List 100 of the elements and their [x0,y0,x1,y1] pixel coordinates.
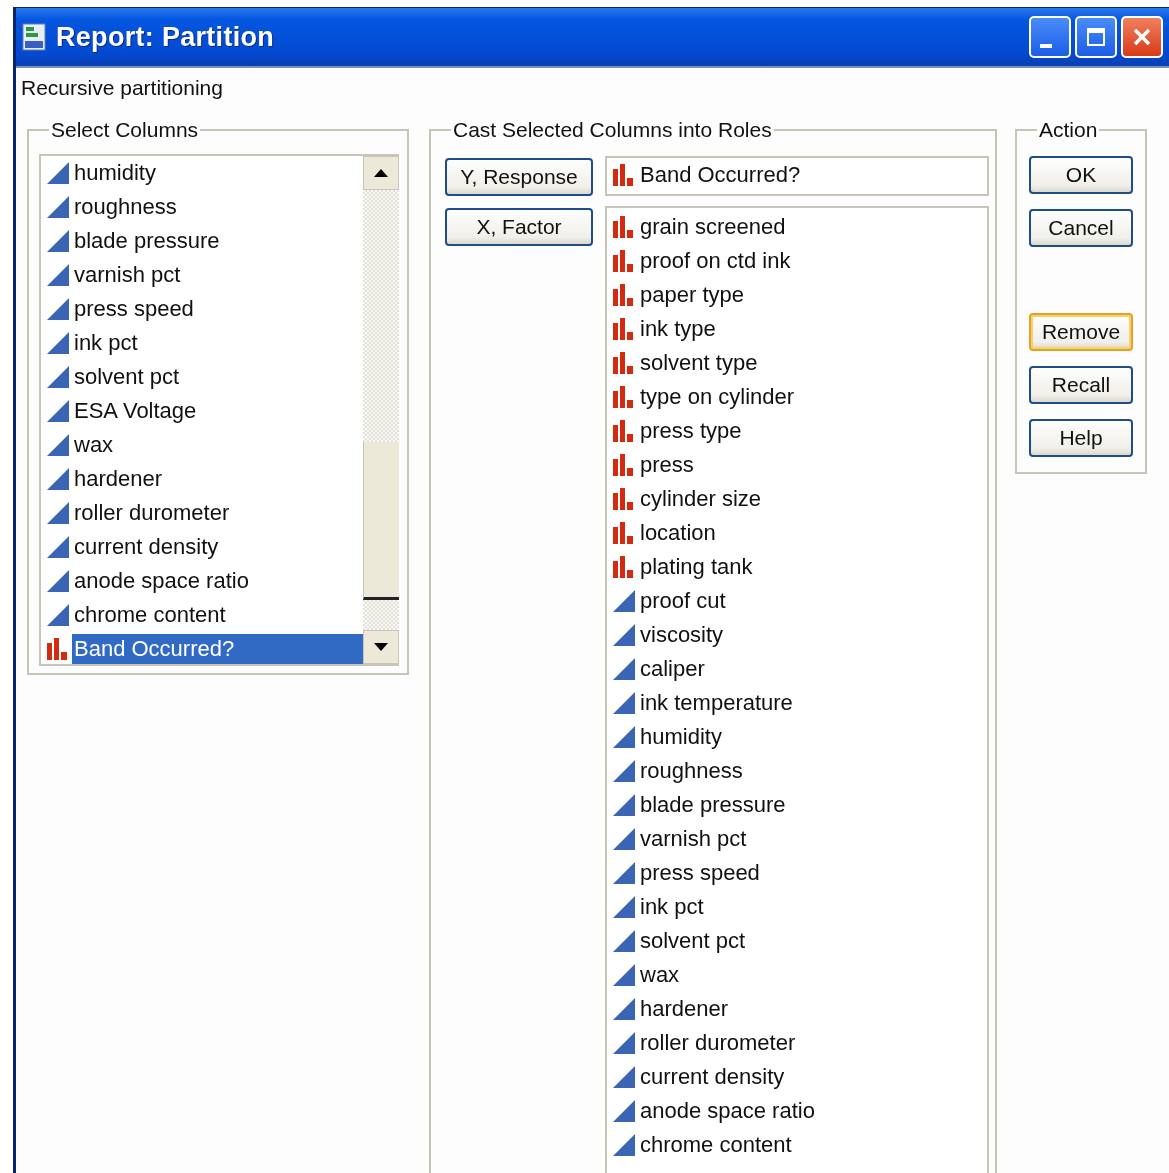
bar-chart-icon [612,555,636,579]
column-item[interactable]: humidity [607,720,987,754]
column-item[interactable]: ink type [607,312,987,346]
column-item[interactable]: solvent pct [607,924,987,958]
column-item[interactable]: humidity [41,156,363,190]
role-button[interactable]: X, Factor [445,208,593,246]
column-name: solvent pct [639,927,747,955]
continuous-icon [46,501,70,525]
close-icon [1132,27,1152,47]
column-name: roughness [639,757,744,785]
column-name: wax [639,961,681,989]
minimize-icon [1040,44,1052,48]
column-item[interactable]: location [607,516,987,550]
column-name: hardener [73,465,164,493]
column-name: current density [639,1063,786,1091]
column-item[interactable]: roller durometer [607,1026,987,1060]
column-item[interactable]: roughness [41,190,363,224]
continuous-icon [46,263,70,287]
column-item[interactable]: proof on ctd ink [607,244,987,278]
column-item[interactable]: varnish pct [607,822,987,856]
column-name: hardener [639,995,730,1023]
continuous-icon [612,929,636,953]
column-name: humidity [639,723,723,751]
column-name: press speed [73,295,195,323]
column-item[interactable]: ink pct [41,326,363,360]
column-name: press type [639,417,743,445]
continuous-icon [46,467,70,491]
bar-chart-icon [612,487,636,511]
action-button[interactable]: Recall [1029,366,1133,404]
column-item[interactable]: ink temperature [607,686,987,720]
column-item[interactable]: proof cut [607,584,987,618]
minimize-button[interactable] [1029,16,1071,58]
column-item[interactable]: chrome content [607,1128,987,1162]
column-item[interactable]: cylinder size [607,482,987,516]
column-item[interactable]: wax [607,958,987,992]
continuous-icon [612,895,636,919]
action-button[interactable]: Help [1029,419,1133,457]
column-item[interactable]: paper type [607,278,987,312]
column-item[interactable]: anode space ratio [41,564,363,598]
scrollbar[interactable] [363,156,399,664]
column-name: varnish pct [73,261,182,289]
column-name: ink pct [639,893,705,921]
column-item[interactable]: type on cylinder [607,380,987,414]
column-item[interactable]: ESA Voltage [41,394,363,428]
continuous-icon [612,759,636,783]
column-item[interactable]: solvent pct [41,360,363,394]
column-name: ink pct [73,329,139,357]
column-name: Band Occurred? [72,634,363,664]
column-item[interactable]: hardener [607,992,987,1026]
continuous-icon [612,1031,636,1055]
column-item[interactable]: press [607,448,987,482]
bar-chart-icon [612,419,636,443]
column-name: plating tank [639,553,754,581]
panel-title: Select Columns [50,118,200,142]
column-item[interactable]: solvent type [607,346,987,380]
action-button[interactable]: Cancel [1029,209,1133,247]
close-button[interactable] [1121,16,1163,58]
document-icon [22,23,46,51]
column-item[interactable]: Band Occurred? [41,632,363,666]
column-item[interactable]: grain screened [607,210,987,244]
column-name: anode space ratio [73,567,250,595]
column-item[interactable]: wax [41,428,363,462]
column-item[interactable]: blade pressure [41,224,363,258]
column-item[interactable]: roughness [607,754,987,788]
column-item[interactable]: press type [607,414,987,448]
column-item[interactable]: viscosity [607,618,987,652]
column-item[interactable]: current density [607,1060,987,1094]
column-item[interactable]: varnish pct [41,258,363,292]
column-item[interactable]: caliper [607,652,987,686]
continuous-icon [612,1133,636,1157]
column-name: roughness [73,193,178,221]
maximize-button[interactable] [1075,16,1117,58]
scroll-thumb[interactable] [363,442,399,600]
column-name: current density [73,533,220,561]
column-item[interactable]: press speed [41,292,363,326]
column-item[interactable]: chrome content [41,598,363,632]
column-name: ink temperature [639,689,794,717]
continuous-icon [46,433,70,457]
column-item[interactable]: ink pct [607,890,987,924]
continuous-icon [46,331,70,355]
role-button[interactable]: Y, Response [445,158,593,196]
action-button[interactable]: Remove [1029,313,1133,351]
column-item[interactable]: blade pressure [607,788,987,822]
continuous-icon [612,997,636,1021]
bar-chart-icon [612,351,636,375]
column-name: paper type [639,281,745,309]
column-item[interactable]: Band Occurred? [607,158,987,192]
scroll-up-button[interactable] [363,156,399,190]
column-name: Band Occurred? [639,161,802,189]
column-item[interactable]: current density [41,530,363,564]
action-button[interactable]: OK [1029,156,1133,194]
column-item[interactable]: press speed [607,856,987,890]
column-item[interactable]: anode space ratio [607,1094,987,1128]
scroll-down-button[interactable] [363,630,399,664]
column-item[interactable]: roller durometer [41,496,363,530]
continuous-icon [612,691,636,715]
column-item[interactable]: hardener [41,462,363,496]
column-item[interactable]: plating tank [607,550,987,584]
continuous-icon [46,229,70,253]
column-name: press speed [639,859,761,887]
